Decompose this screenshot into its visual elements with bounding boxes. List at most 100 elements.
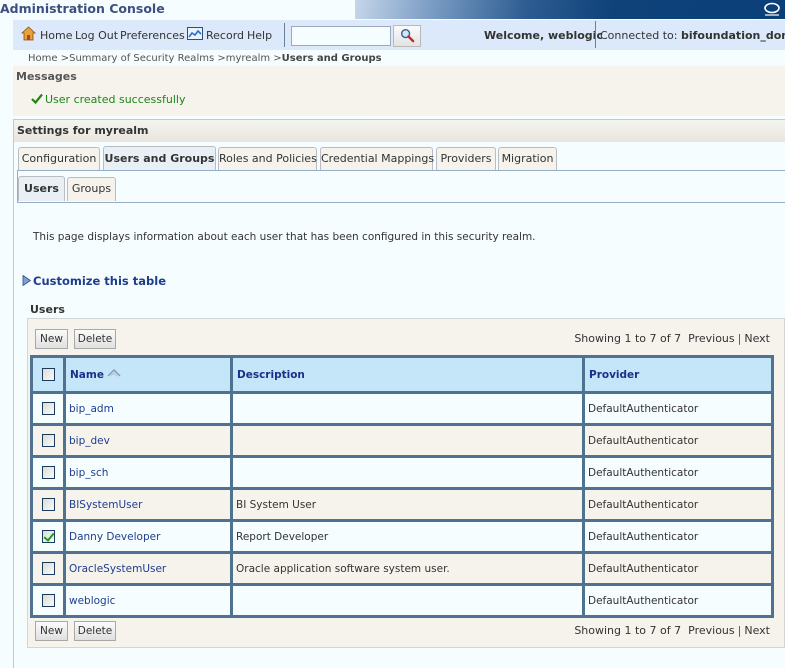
description-cell: Report Developer	[230, 519, 585, 554]
oracle-banner	[355, 0, 785, 19]
provider-cell: DefaultAuthenticator	[582, 423, 774, 458]
table-row: bip_dev DefaultAuthenticator	[30, 423, 774, 458]
previous-link[interactable]: Previous	[688, 624, 735, 637]
delete-button-top[interactable]: Delete	[74, 329, 116, 349]
paging-text: Showing 1 to 7 of 7	[574, 332, 682, 345]
name-cell: bip_dev	[63, 423, 233, 458]
tab-roles-and-policies[interactable]: Roles and Policies	[218, 147, 317, 171]
row-checkbox[interactable]	[41, 530, 55, 543]
search-input[interactable]	[291, 26, 391, 46]
check-icon	[31, 93, 43, 104]
name-cell: OracleSystemUser	[63, 551, 233, 586]
provider-cell: DefaultAuthenticator	[582, 519, 774, 554]
domain-name: bifoundation_domai	[680, 29, 785, 42]
tab-providers[interactable]: Providers	[436, 147, 496, 171]
connected-status: Connected to: bifoundation_domai	[600, 29, 785, 42]
row-checkbox[interactable]	[41, 594, 55, 607]
description-cell	[230, 583, 585, 618]
settings-header: Settings for myrealm	[14, 120, 785, 142]
name-cell: BISystemUser	[63, 487, 233, 522]
subtab-users[interactable]: Users	[18, 176, 65, 201]
tab-migration[interactable]: Migration	[498, 147, 557, 171]
table-row: OracleSystemUser Oracle application softw…	[30, 551, 774, 586]
row-select-cell	[30, 583, 66, 618]
user-name-link[interactable]: bip_adm	[69, 403, 114, 415]
description-cell: Oracle application software system user.	[230, 551, 585, 586]
subtabs-divider	[17, 202, 785, 203]
paging-bottom: Showing 1 to 7 of 7 Previous | Next	[574, 624, 770, 637]
row-checkbox[interactable]	[41, 466, 55, 479]
user-name-link[interactable]: Danny Developer	[69, 531, 160, 543]
breadcrumb-myrealm[interactable]: myrealm >	[226, 53, 282, 64]
description-cell	[230, 423, 585, 458]
row-select-cell	[30, 391, 66, 426]
tab-credential-mappings[interactable]: Credential Mappings	[320, 147, 434, 171]
breadcrumb-home[interactable]: Home >	[28, 53, 69, 64]
title-bar: Administration Console	[0, 0, 785, 19]
column-name-label: Name	[70, 369, 104, 381]
provider-cell: DefaultAuthenticator	[582, 455, 774, 490]
row-checkbox[interactable]	[41, 402, 55, 415]
table-row: BISystemUser BI System User DefaultAuthent…	[30, 487, 774, 522]
home-icon[interactable]	[21, 26, 36, 41]
user-name-link[interactable]: bip_dev	[69, 435, 110, 447]
paging-text: Showing 1 to 7 of 7	[574, 624, 682, 637]
users-table: Name Description Provider bip_adm Default…	[30, 355, 774, 618]
user-name-link[interactable]: weblogic	[69, 595, 115, 607]
messages-heading: Messages	[16, 70, 77, 83]
name-cell: bip_adm	[63, 391, 233, 426]
column-header-name[interactable]: Name	[63, 355, 233, 394]
search-button[interactable]	[393, 25, 421, 47]
row-select-cell	[30, 487, 66, 522]
settings-title: Settings for myrealm	[17, 124, 149, 137]
previous-link[interactable]: Previous	[688, 332, 735, 345]
user-name-link[interactable]: OracleSystemUser	[69, 563, 166, 575]
table-row: weblogic DefaultAuthenticator	[30, 583, 774, 618]
table-header-row: Name Description Provider	[30, 355, 774, 394]
oracle-logo-icon	[764, 2, 780, 16]
tab-configuration[interactable]: Configuration	[18, 147, 100, 171]
delete-button-bottom[interactable]: Delete	[74, 621, 116, 641]
logout-link[interactable]: Log Out	[75, 29, 118, 42]
page-description: This page displays information about eac…	[33, 231, 536, 243]
column-header-description[interactable]: Description	[230, 355, 585, 394]
row-checkbox[interactable]	[41, 434, 55, 447]
breadcrumb-security-realms[interactable]: Summary of Security Realms >	[69, 53, 226, 64]
settings-panel: Settings for myrealm Configuration Users…	[13, 119, 785, 668]
preferences-link[interactable]: Preferences	[120, 29, 185, 42]
new-button-top[interactable]: New	[35, 329, 68, 349]
subtab-groups[interactable]: Groups	[67, 177, 116, 201]
tabs-divider	[17, 170, 785, 171]
row-checkbox[interactable]	[41, 562, 55, 575]
table-row: Danny Developer Report Developer DefaultAu…	[30, 519, 774, 554]
table-row: bip_adm DefaultAuthenticator	[30, 391, 774, 426]
table-row: bip_sch DefaultAuthenticator	[30, 455, 774, 490]
toolbar-divider	[595, 21, 596, 48]
help-link[interactable]: Help	[247, 29, 272, 42]
row-select-cell	[30, 551, 66, 586]
next-link[interactable]: Next	[744, 332, 770, 345]
expand-triangle-icon	[22, 275, 31, 286]
customize-table-link[interactable]: Customize this table	[22, 274, 166, 288]
next-link[interactable]: Next	[744, 624, 770, 637]
home-link[interactable]: Home	[40, 29, 72, 42]
new-button-bottom[interactable]: New	[35, 621, 68, 641]
tab-users-and-groups[interactable]: Users and Groups	[103, 146, 216, 171]
row-checkbox[interactable]	[41, 498, 55, 511]
sort-ascending-icon[interactable]	[107, 368, 121, 378]
user-name-link[interactable]: bip_sch	[69, 467, 108, 479]
users-table-container: New Delete Showing 1 to 7 of 7 Previous |…	[27, 318, 785, 648]
record-icon[interactable]	[187, 27, 203, 40]
user-name-link[interactable]: BISystemUser	[69, 499, 142, 511]
column-header-provider[interactable]: Provider	[582, 355, 774, 394]
select-all-checkbox[interactable]	[41, 368, 55, 381]
select-all-cell	[30, 355, 66, 394]
toolbar: Home Log Out Preferences Record Help Wel…	[13, 20, 785, 50]
paging-top: Showing 1 to 7 of 7 Previous | Next	[574, 332, 770, 345]
provider-cell: DefaultAuthenticator	[582, 551, 774, 586]
row-select-cell	[30, 455, 66, 490]
row-select-cell	[30, 423, 66, 458]
provider-cell: DefaultAuthenticator	[582, 487, 774, 522]
record-link[interactable]: Record	[206, 29, 244, 42]
welcome-text: Welcome, weblogic	[484, 29, 603, 42]
